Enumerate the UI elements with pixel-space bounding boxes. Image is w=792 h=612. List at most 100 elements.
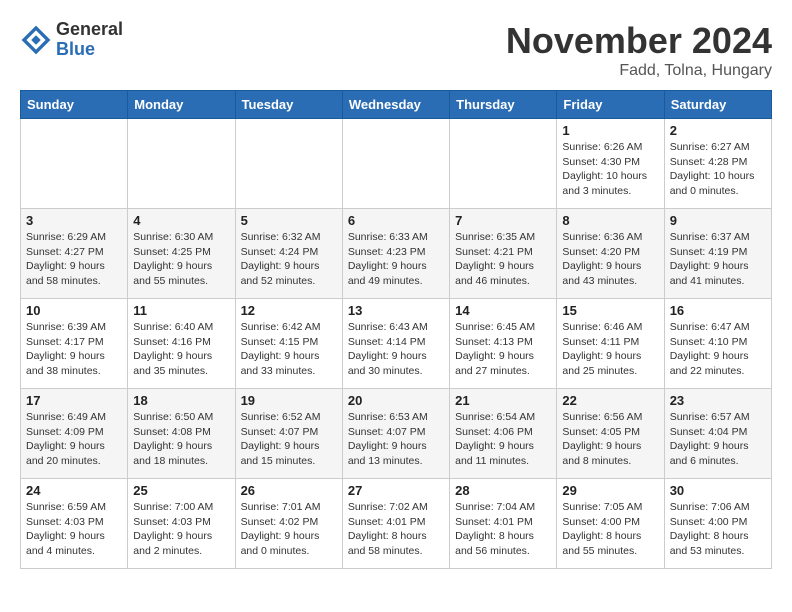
calendar-week-row: 17 Sunrise: 6:49 AM Sunset: 4:09 PM Dayli…: [21, 389, 772, 479]
calendar-header: SundayMondayTuesdayWednesdayThursdayFrid…: [21, 91, 772, 119]
day-info: Sunrise: 6:35 AM Sunset: 4:21 PM Dayligh…: [455, 230, 551, 289]
calendar-cell: 29 Sunrise: 7:05 AM Sunset: 4:00 PM Dayli…: [557, 479, 664, 569]
calendar-cell: 1 Sunrise: 6:26 AM Sunset: 4:30 PM Daylig…: [557, 119, 664, 209]
calendar-cell: 13 Sunrise: 6:43 AM Sunset: 4:14 PM Dayli…: [342, 299, 449, 389]
day-info: Sunrise: 7:05 AM Sunset: 4:00 PM Dayligh…: [562, 500, 658, 559]
weekday-header-friday: Friday: [557, 91, 664, 119]
calendar-cell: 24 Sunrise: 6:59 AM Sunset: 4:03 PM Dayli…: [21, 479, 128, 569]
day-number: 17: [26, 393, 122, 408]
month-title: November 2024: [506, 20, 772, 62]
calendar-cell: 4 Sunrise: 6:30 AM Sunset: 4:25 PM Daylig…: [128, 209, 235, 299]
calendar-cell: 3Sunrise: 6:29 AM Sunset: 4:27 PM Daylig…: [21, 209, 128, 299]
day-info: Sunrise: 7:00 AM Sunset: 4:03 PM Dayligh…: [133, 500, 229, 559]
weekday-header-saturday: Saturday: [664, 91, 771, 119]
day-number: 21: [455, 393, 551, 408]
day-number: 9: [670, 213, 766, 228]
calendar-cell: 8 Sunrise: 6:36 AM Sunset: 4:20 PM Daylig…: [557, 209, 664, 299]
calendar-cell: [21, 119, 128, 209]
day-number: 18: [133, 393, 229, 408]
day-info: Sunrise: 6:36 AM Sunset: 4:20 PM Dayligh…: [562, 230, 658, 289]
day-info: Sunrise: 6:46 AM Sunset: 4:11 PM Dayligh…: [562, 320, 658, 379]
calendar-table: SundayMondayTuesdayWednesdayThursdayFrid…: [20, 90, 772, 569]
calendar-cell: [450, 119, 557, 209]
day-number: 23: [670, 393, 766, 408]
calendar-cell: 28 Sunrise: 7:04 AM Sunset: 4:01 PM Dayli…: [450, 479, 557, 569]
day-number: 29: [562, 483, 658, 498]
day-info: Sunrise: 6:47 AM Sunset: 4:10 PM Dayligh…: [670, 320, 766, 379]
weekday-header-tuesday: Tuesday: [235, 91, 342, 119]
day-number: 4: [133, 213, 229, 228]
day-number: 7: [455, 213, 551, 228]
calendar-cell: 14Sunrise: 6:45 AM Sunset: 4:13 PM Dayli…: [450, 299, 557, 389]
day-number: 1: [562, 123, 658, 138]
day-info: Sunrise: 6:53 AM Sunset: 4:07 PM Dayligh…: [348, 410, 444, 469]
day-number: 16: [670, 303, 766, 318]
location-subtitle: Fadd, Tolna, Hungary: [506, 62, 772, 80]
day-number: 11: [133, 303, 229, 318]
calendar-cell: 25Sunrise: 7:00 AM Sunset: 4:03 PM Dayli…: [128, 479, 235, 569]
day-number: 14: [455, 303, 551, 318]
day-info: Sunrise: 7:01 AM Sunset: 4:02 PM Dayligh…: [241, 500, 337, 559]
day-number: 15: [562, 303, 658, 318]
calendar-cell: 6 Sunrise: 6:33 AM Sunset: 4:23 PM Daylig…: [342, 209, 449, 299]
day-info: Sunrise: 6:57 AM Sunset: 4:04 PM Dayligh…: [670, 410, 766, 469]
logo-icon: [20, 24, 52, 56]
day-info: Sunrise: 7:02 AM Sunset: 4:01 PM Dayligh…: [348, 500, 444, 559]
day-number: 6: [348, 213, 444, 228]
day-info: Sunrise: 6:26 AM Sunset: 4:30 PM Dayligh…: [562, 140, 658, 199]
day-info: Sunrise: 6:27 AM Sunset: 4:28 PM Dayligh…: [670, 140, 766, 199]
day-info: Sunrise: 6:43 AM Sunset: 4:14 PM Dayligh…: [348, 320, 444, 379]
logo: General Blue: [20, 20, 123, 60]
logo-general-text: General: [56, 20, 123, 40]
calendar-week-row: 3Sunrise: 6:29 AM Sunset: 4:27 PM Daylig…: [21, 209, 772, 299]
logo-blue-text: Blue: [56, 40, 123, 60]
day-info: Sunrise: 6:54 AM Sunset: 4:06 PM Dayligh…: [455, 410, 551, 469]
calendar-cell: 21 Sunrise: 6:54 AM Sunset: 4:06 PM Dayli…: [450, 389, 557, 479]
day-number: 8: [562, 213, 658, 228]
day-number: 12: [241, 303, 337, 318]
day-number: 28: [455, 483, 551, 498]
calendar-cell: 17 Sunrise: 6:49 AM Sunset: 4:09 PM Dayli…: [21, 389, 128, 479]
day-info: Sunrise: 6:33 AM Sunset: 4:23 PM Dayligh…: [348, 230, 444, 289]
day-info: Sunrise: 6:32 AM Sunset: 4:24 PM Dayligh…: [241, 230, 337, 289]
day-info: Sunrise: 6:29 AM Sunset: 4:27 PM Dayligh…: [26, 230, 122, 289]
calendar-cell: [342, 119, 449, 209]
day-info: Sunrise: 6:40 AM Sunset: 4:16 PM Dayligh…: [133, 320, 229, 379]
weekday-header-monday: Monday: [128, 91, 235, 119]
weekday-header-wednesday: Wednesday: [342, 91, 449, 119]
calendar-body: 1 Sunrise: 6:26 AM Sunset: 4:30 PM Daylig…: [21, 119, 772, 569]
calendar-week-row: 24 Sunrise: 6:59 AM Sunset: 4:03 PM Dayli…: [21, 479, 772, 569]
calendar-cell: 20 Sunrise: 6:53 AM Sunset: 4:07 PM Dayli…: [342, 389, 449, 479]
day-number: 27: [348, 483, 444, 498]
day-info: Sunrise: 6:30 AM Sunset: 4:25 PM Dayligh…: [133, 230, 229, 289]
day-number: 2: [670, 123, 766, 138]
day-info: Sunrise: 6:37 AM Sunset: 4:19 PM Dayligh…: [670, 230, 766, 289]
calendar-cell: 30Sunrise: 7:06 AM Sunset: 4:00 PM Dayli…: [664, 479, 771, 569]
day-number: 26: [241, 483, 337, 498]
calendar-cell: [128, 119, 235, 209]
day-number: 20: [348, 393, 444, 408]
day-info: Sunrise: 6:59 AM Sunset: 4:03 PM Dayligh…: [26, 500, 122, 559]
calendar-cell: 23 Sunrise: 6:57 AM Sunset: 4:04 PM Dayli…: [664, 389, 771, 479]
day-number: 19: [241, 393, 337, 408]
calendar-week-row: 1 Sunrise: 6:26 AM Sunset: 4:30 PM Daylig…: [21, 119, 772, 209]
calendar-cell: 26 Sunrise: 7:01 AM Sunset: 4:02 PM Dayli…: [235, 479, 342, 569]
day-info: Sunrise: 6:49 AM Sunset: 4:09 PM Dayligh…: [26, 410, 122, 469]
calendar-cell: 19Sunrise: 6:52 AM Sunset: 4:07 PM Dayli…: [235, 389, 342, 479]
calendar-cell: 18 Sunrise: 6:50 AM Sunset: 4:08 PM Dayli…: [128, 389, 235, 479]
calendar-week-row: 10Sunrise: 6:39 AM Sunset: 4:17 PM Dayli…: [21, 299, 772, 389]
calendar-cell: 7 Sunrise: 6:35 AM Sunset: 4:21 PM Daylig…: [450, 209, 557, 299]
day-number: 13: [348, 303, 444, 318]
day-number: 22: [562, 393, 658, 408]
calendar-cell: 10Sunrise: 6:39 AM Sunset: 4:17 PM Dayli…: [21, 299, 128, 389]
title-area: November 2024 Fadd, Tolna, Hungary: [506, 20, 772, 80]
calendar-cell: 2 Sunrise: 6:27 AM Sunset: 4:28 PM Daylig…: [664, 119, 771, 209]
day-number: 24: [26, 483, 122, 498]
weekday-header-sunday: Sunday: [21, 91, 128, 119]
day-info: Sunrise: 6:50 AM Sunset: 4:08 PM Dayligh…: [133, 410, 229, 469]
day-info: Sunrise: 6:39 AM Sunset: 4:17 PM Dayligh…: [26, 320, 122, 379]
calendar-cell: 9 Sunrise: 6:37 AM Sunset: 4:19 PM Daylig…: [664, 209, 771, 299]
day-info: Sunrise: 7:06 AM Sunset: 4:00 PM Dayligh…: [670, 500, 766, 559]
calendar-cell: 27 Sunrise: 7:02 AM Sunset: 4:01 PM Dayli…: [342, 479, 449, 569]
day-info: Sunrise: 7:04 AM Sunset: 4:01 PM Dayligh…: [455, 500, 551, 559]
